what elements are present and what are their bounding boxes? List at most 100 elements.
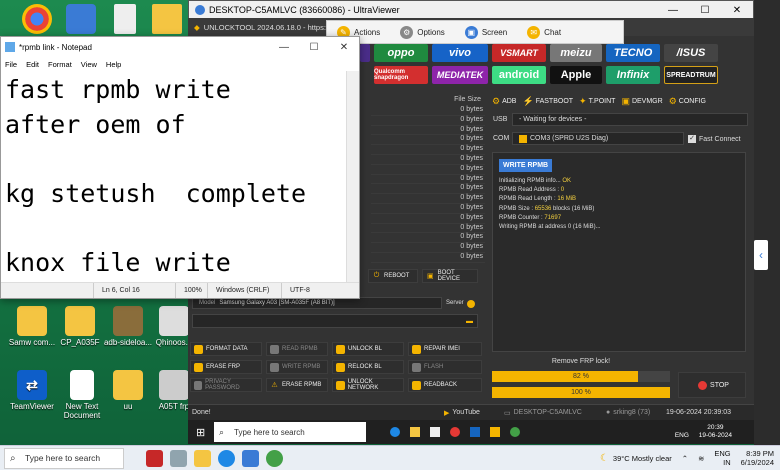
log-lines: Initializing RPMB info... OK RPMB Read A…: [499, 177, 601, 232]
chrome-icon[interactable]: [22, 4, 52, 34]
firefox-icon[interactable]: [450, 427, 460, 437]
brand-button-mediatek[interactable]: MEDIATEK: [432, 66, 488, 84]
language-indicator[interactable]: ENG: [714, 449, 730, 458]
read-rpmb-button[interactable]: READ RPMB: [266, 342, 328, 356]
brand-button-oppo[interactable]: oppo: [374, 44, 428, 62]
notepad-statusbar: Ln 6, Col 16 100% Windows (CRLF) UTF-8: [1, 282, 359, 298]
brand-button-left[interactable]: [360, 44, 370, 62]
status-text: Done!: [192, 409, 211, 416]
stop-button[interactable]: STOP: [678, 372, 746, 398]
brand-button-android[interactable]: android: [492, 66, 546, 84]
boot-device-button[interactable]: ▣ BOOT DEVICE: [422, 269, 478, 283]
notepad-scrollbar[interactable]: [346, 71, 359, 282]
erase-frp-button[interactable]: ERASE FRP: [190, 360, 262, 374]
menu-help[interactable]: Help: [106, 60, 121, 69]
file-size-cell: 0 bytes: [371, 165, 485, 175]
readback-button[interactable]: READBACK: [408, 378, 482, 392]
network-icon: [336, 380, 345, 390]
chevron-up-icon[interactable]: ⌃: [682, 454, 688, 463]
taskbar: ⌕ Type here to search ☾ 39°C Mostly clea…: [0, 445, 780, 470]
ultraviewer-task-icon[interactable]: [242, 449, 259, 467]
unlock-network-button[interactable]: UNLOCK NETWORK: [332, 378, 404, 392]
brand-button-vivo[interactable]: vivo: [432, 44, 488, 62]
screen-menu[interactable]: ▣ Screen: [455, 25, 517, 39]
tab-adb[interactable]: ⚙ ADB: [492, 93, 516, 109]
relock-bl-button[interactable]: RELOCK BL: [332, 360, 404, 374]
chrome-task-icon[interactable]: [266, 449, 283, 467]
file-path-input[interactable]: ▬: [192, 314, 478, 328]
brand-button-tecno[interactable]: TECNO: [606, 44, 660, 62]
minimize-icon[interactable]: —: [657, 5, 689, 16]
usb-select[interactable]: - Waiting for devices -: [512, 113, 748, 126]
windows-start-icon[interactable]: ⊞: [196, 426, 205, 439]
notepad-text-area[interactable]: fast rpmb write after oem of kg stetush …: [5, 73, 345, 282]
log-line: RPMB Read Address : 0: [499, 187, 565, 194]
task-view-icon[interactable]: [170, 449, 187, 467]
teamviewer-task-icon[interactable]: [218, 449, 235, 467]
mail-icon[interactable]: [430, 427, 440, 437]
language-indicator[interactable]: ENG: [675, 432, 689, 439]
tab-devmgr[interactable]: ▣ DEVMGR: [621, 93, 662, 109]
maximize-icon[interactable]: ☐: [689, 5, 721, 16]
line-ending: Windows (CRLF): [207, 283, 281, 298]
clock-time[interactable]: 8:39 PM: [746, 449, 774, 458]
ultraviewer-task-icon[interactable]: [470, 427, 480, 437]
explorer-icon[interactable]: [410, 427, 420, 437]
desktop-icon-label: Samw com...: [8, 338, 56, 347]
menu-view[interactable]: View: [81, 60, 97, 69]
file-icon[interactable]: [114, 4, 136, 34]
close-icon[interactable]: ✕: [721, 5, 753, 16]
tab-config[interactable]: ⚙ CONFIG: [669, 93, 706, 109]
server-status: Server: [446, 300, 475, 308]
close-icon[interactable]: ✕: [329, 42, 359, 53]
menu-format[interactable]: Format: [48, 60, 72, 69]
tab-tpoint[interactable]: ✦ T.POINT: [579, 93, 615, 109]
remote-search-box[interactable]: ⌕ Type here to search: [214, 422, 366, 442]
search-box[interactable]: ⌕ Type here to search: [4, 447, 124, 469]
brand-button-spreadtrum[interactable]: SPREADTRUM: [664, 66, 718, 84]
chat-menu[interactable]: ✉ Chat: [517, 25, 571, 39]
write-rpmb-button[interactable]: WRITE RPMB: [266, 360, 328, 374]
unlocktool-task-icon[interactable]: [490, 427, 500, 437]
repair-imei-button[interactable]: REPAIR IMEI: [408, 342, 482, 356]
chevron-left-icon[interactable]: ‹: [754, 240, 768, 270]
brand-button-meizu[interactable]: meizu: [550, 44, 602, 62]
remote-clock-date: 19-06-2024: [698, 432, 732, 439]
format-data-button[interactable]: FORMAT DATA: [190, 342, 262, 356]
maximize-icon[interactable]: ☐: [299, 42, 329, 53]
reboot-button[interactable]: ⏻ REBOOT: [368, 269, 418, 283]
menu-edit[interactable]: Edit: [26, 60, 39, 69]
screen-icon: ▣: [464, 25, 478, 39]
weather-text[interactable]: 39°C Mostly clear: [613, 454, 672, 463]
flash-button[interactable]: FLASH: [408, 360, 482, 374]
minimize-icon[interactable]: —: [269, 42, 299, 53]
fast-connect-checkbox[interactable]: ✓ Fast Connect: [688, 135, 741, 143]
brand-button-infinix[interactable]: Infinix: [606, 66, 660, 84]
file-explorer-icon[interactable]: [194, 449, 211, 467]
tab-fastboot[interactable]: ⚡ FASTBOOT: [522, 93, 573, 109]
file-list: File Size 0 bytes 0 bytes 0 bytes 0 bytes 0 …: [371, 96, 485, 276]
file-size-cell: 0 bytes: [371, 126, 485, 136]
privacy-password-button[interactable]: PRIVACY PASSWORD: [190, 378, 262, 392]
com-select[interactable]: COM3 (SPRD U2S Diag): [512, 132, 684, 145]
desktop-icon-teamviewer[interactable]: ⇄ TeamViewer: [4, 370, 60, 411]
file-size-cell: 0 bytes: [371, 135, 485, 146]
erase-rpmb-button[interactable]: ⚠ ERASE RPMB: [266, 378, 328, 392]
chrome-icon[interactable]: [510, 427, 520, 437]
log-line: RPMB Size : 65536 blocks (16 MiB): [499, 205, 595, 212]
brand-button-qualcomm[interactable]: Qualcomm snapdragon: [374, 66, 428, 84]
brand-button-apple[interactable]: Apple: [550, 66, 602, 84]
brand-button-vsmart[interactable]: VSMART: [492, 44, 546, 62]
notepad-titlebar: *rpmb link - Notepad — ☐ ✕: [1, 37, 359, 57]
edge-icon[interactable]: [390, 427, 400, 437]
folder-icon[interactable]: [152, 4, 182, 34]
wifi-icon[interactable]: ≋: [698, 454, 704, 463]
brand-button-asus[interactable]: /ISUS: [664, 44, 718, 62]
flag-app-icon[interactable]: [146, 449, 163, 467]
lightning-icon: ⚡: [522, 95, 534, 106]
youtube-link[interactable]: ▶ YouTube: [444, 409, 504, 417]
remote-desktop-icon[interactable]: [66, 4, 96, 34]
unlock-bl-button[interactable]: UNLOCK BL: [332, 342, 404, 356]
options-menu[interactable]: ⚙ Options: [390, 25, 455, 39]
menu-file[interactable]: File: [5, 60, 17, 69]
